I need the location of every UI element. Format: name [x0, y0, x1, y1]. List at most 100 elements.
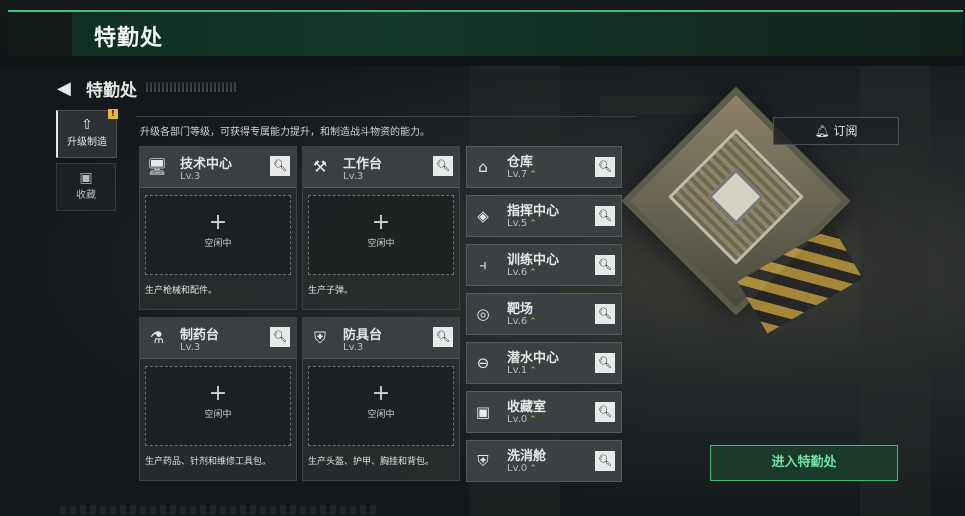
magnify-icon[interactable]: 🔍︎ — [595, 255, 615, 275]
workshop-card-pharmacy[interactable]: ⚗ 制药台 Lv.3 🔍︎ + 空闲中 生产药品、针剂和维修工具包。 — [139, 317, 297, 481]
plus-icon: + — [371, 210, 391, 235]
craft-slot[interactable]: + 空闲中 — [308, 195, 454, 275]
warehouse-icon: ⌂ — [478, 158, 488, 176]
upgrade-arrow-icon: ⌃ — [529, 366, 537, 376]
divider — [136, 116, 636, 117]
tab-upgrade-craft[interactable]: ⇧ 升级制造 ! — [56, 109, 118, 158]
card-header: 🖥︎ 技术中心 Lv.3 🔍︎ — [140, 147, 296, 188]
warning-badge: ! — [108, 109, 118, 119]
decontamination-icon: ⛨ — [477, 452, 489, 470]
upgrade-arrow-icon: ⌃ — [529, 268, 537, 278]
facility-shooting-range[interactable]: ◎ 靶场 Lv.6 ⌃ 🔍︎ — [466, 293, 622, 335]
workshop-card-workbench[interactable]: ⚒ 工作台 Lv.3 🔍︎ + 空闲中 生产子弹。 — [302, 146, 460, 310]
facility-warehouse[interactable]: ⌂ 仓库 Lv.7 ⌃ 🔍︎ — [466, 146, 622, 188]
workshop-level: Lv.3 — [180, 342, 201, 353]
plus-icon: + — [371, 381, 391, 406]
slot-status: 空闲中 — [204, 410, 232, 420]
workshop-description: 生产头盔、护甲、胸挂和背包。 — [308, 457, 435, 467]
dumbbell-icon: ⫞ — [479, 256, 487, 274]
craft-slot[interactable]: + 空闲中 — [145, 195, 291, 275]
facility-level: Lv.7 ⌃ — [507, 169, 537, 180]
magnify-icon[interactable]: 🔍︎ — [595, 451, 615, 471]
upgrade-icon: ⇧ — [81, 117, 93, 133]
card-header: ⚗ 制药台 Lv.3 🔍︎ — [140, 318, 296, 359]
command-icon: ◈ — [477, 207, 489, 225]
enter-special-ops-button[interactable]: 进入特勤处 — [710, 445, 898, 481]
header-title: 特勤处 — [94, 26, 164, 51]
magnify-icon[interactable]: 🔍︎ — [270, 156, 290, 176]
magnify-icon[interactable]: 🔍︎ — [433, 327, 453, 347]
microscope-icon: ⚗ — [149, 328, 165, 347]
magnify-icon[interactable]: 🔍︎ — [433, 156, 453, 176]
diving-mask-icon: ⊖ — [476, 354, 490, 372]
facility-level: Lv.0 ⌃ — [507, 414, 537, 425]
card-header: ⛨ 防具台 Lv.3 🔍︎ — [303, 318, 459, 359]
facility-level: Lv.6 ⌃ — [507, 267, 537, 278]
back-arrow-icon[interactable]: ◀ — [57, 78, 71, 99]
workshop-name: 防具台 — [343, 328, 383, 343]
craft-slot[interactable]: + 空闲中 — [145, 366, 291, 446]
facility-name: 洗消舱 — [507, 449, 547, 464]
workshop-level: Lv.3 — [343, 171, 364, 182]
plus-icon: + — [208, 381, 228, 406]
slot-status: 空闲中 — [367, 410, 395, 420]
magnify-icon[interactable]: 🔍︎ — [270, 327, 290, 347]
subscribe-label: 订阅 — [833, 124, 858, 138]
workshop-description: 生产子弹。 — [308, 286, 354, 296]
magnify-icon[interactable]: 🔍︎ — [595, 304, 615, 324]
magnify-icon[interactable]: 🔍︎ — [595, 206, 615, 226]
facility-command-center[interactable]: ◈ 指挥中心 Lv.5 ⌃ 🔍︎ — [466, 195, 622, 237]
workshop-level: Lv.3 — [343, 342, 364, 353]
workshop-level: Lv.3 — [180, 171, 201, 182]
description-text: 升级各部门等级，可获得专属能力提升，和制造战斗物资的能力。 — [140, 127, 430, 138]
upgrade-arrow-icon: ⌃ — [529, 415, 537, 425]
title-banner: 特勤处 — [8, 10, 963, 56]
tab-collection[interactable]: ▣ 收藏 — [56, 163, 116, 211]
facility-level: Lv.6 ⌃ — [507, 316, 537, 327]
subscribe-button[interactable]: 🔔︎ 订阅 — [773, 117, 899, 145]
title-decoration — [146, 82, 238, 92]
workshop-card-tech-center[interactable]: 🖥︎ 技术中心 Lv.3 🔍︎ + 空闲中 生产枪械和配件。 — [139, 146, 297, 310]
craft-slot[interactable]: + 空闲中 — [308, 366, 454, 446]
upgrade-arrow-icon: ⌃ — [529, 219, 537, 229]
workshop-name: 制药台 — [180, 328, 220, 343]
banner-accent — [8, 12, 72, 56]
facility-collection-room[interactable]: ▣ 收藏室 Lv.0 ⌃ 🔍︎ — [466, 391, 622, 433]
workshop-description: 生产药品、针剂和维修工具包。 — [145, 457, 272, 467]
tab-label: 收藏 — [76, 190, 96, 201]
slot-status: 空闲中 — [204, 239, 232, 249]
facility-name: 训练中心 — [507, 253, 560, 268]
workshop-name: 工作台 — [343, 157, 383, 172]
facility-decontamination-chamber[interactable]: ⛨ 洗消舱 Lv.0 ⌃ 🔍︎ — [466, 440, 622, 482]
monitor-icon: 🖥︎ — [146, 157, 168, 176]
facility-level: Lv.0 ⌃ — [507, 463, 537, 474]
tools-icon: ⚒ — [312, 157, 328, 176]
workshop-name: 技术中心 — [180, 157, 233, 172]
facility-level: Lv.5 ⌃ — [507, 218, 537, 229]
plus-icon: + — [208, 210, 228, 235]
collection-icon: ▣ — [79, 170, 93, 186]
magnify-icon[interactable]: 🔍︎ — [595, 402, 615, 422]
tab-label: 升级制造 — [67, 137, 107, 148]
facility-name: 收藏室 — [507, 400, 547, 415]
facility-training-center[interactable]: ⫞ 训练中心 Lv.6 ⌃ 🔍︎ — [466, 244, 622, 286]
facility-name: 潜水中心 — [507, 351, 560, 366]
slot-status: 空闲中 — [367, 239, 395, 249]
magnify-icon[interactable]: 🔍︎ — [595, 353, 615, 373]
facility-name: 仓库 — [507, 155, 534, 170]
facility-name: 指挥中心 — [507, 204, 560, 219]
bell-icon: 🔔︎ — [814, 124, 830, 138]
upgrade-arrow-icon: ⌃ — [529, 170, 537, 180]
facility-diving-center[interactable]: ⊖ 潜水中心 Lv.1 ⌃ 🔍︎ — [466, 342, 622, 384]
collection-room-icon: ▣ — [475, 403, 491, 421]
facility-name: 靶场 — [507, 302, 534, 317]
magnify-icon[interactable]: 🔍︎ — [595, 157, 615, 177]
target-icon: ◎ — [476, 305, 490, 323]
upgrade-arrow-icon: ⌃ — [529, 464, 537, 474]
footer-decoration — [60, 505, 380, 515]
facility-level: Lv.1 ⌃ — [507, 365, 537, 376]
page-title: 特勤处 — [86, 81, 137, 101]
card-header: ⚒ 工作台 Lv.3 🔍︎ — [303, 147, 459, 188]
workshop-card-armor-bench[interactable]: ⛨ 防具台 Lv.3 🔍︎ + 空闲中 生产头盔、护甲、胸挂和背包。 — [302, 317, 460, 481]
upgrade-arrow-icon: ⌃ — [529, 317, 537, 327]
